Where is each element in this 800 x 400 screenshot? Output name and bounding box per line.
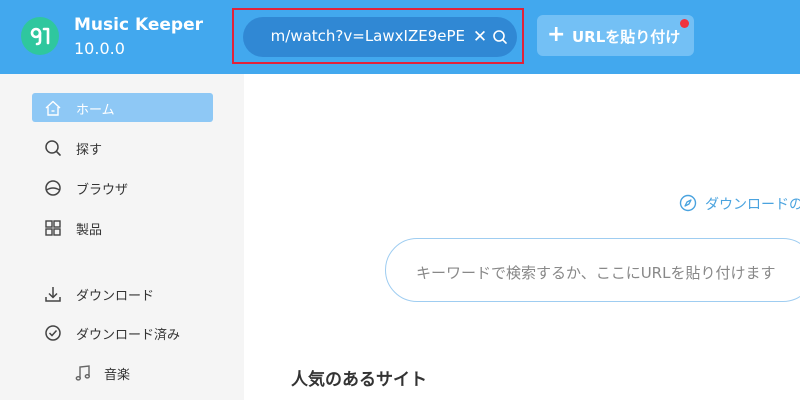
music-note-icon [75, 365, 91, 381]
popular-sites-heading: 人気のあるサイト [291, 370, 427, 390]
notification-dot [680, 19, 689, 28]
check-circle-icon [45, 325, 61, 341]
paste-url-label: URLを貼り付け [572, 28, 681, 46]
sidebar-item-explore[interactable]: 探す [32, 133, 213, 162]
sidebar-item-label: 探す [76, 143, 103, 158]
sidebar-item-label: 製品 [76, 223, 103, 238]
sidebar-item-label: 音楽 [104, 368, 131, 383]
sidebar-item-browser[interactable]: ブラウザ [32, 173, 213, 202]
url-field-highlight [232, 8, 524, 64]
sidebar-item-music[interactable]: 音楽 [32, 358, 213, 387]
main-content: ダウンロードの キーワードで検索するか、ここにURLを貼り付けます 人気のあるサ… [244, 74, 800, 400]
sidebar-item-label: ダウンロード済み [76, 328, 181, 343]
plus-icon: + [547, 22, 566, 47]
sidebar-item-products[interactable]: 製品 [32, 213, 213, 242]
sidebar-item-downloaded[interactable]: ダウンロード済み [32, 318, 213, 347]
home-icon [45, 100, 61, 116]
app-logo [21, 17, 59, 55]
download-icon [45, 287, 61, 302]
grid-icon [45, 220, 61, 236]
keyword-search-input[interactable]: キーワードで検索するか、ここにURLを貼り付けます [385, 238, 800, 302]
sidebar-item-label: ダウンロード [76, 289, 155, 304]
search-placeholder: キーワードで検索するか、ここにURLを貼り付けます [416, 264, 776, 282]
search-icon [45, 140, 61, 156]
download-guide-label: ダウンロードの [705, 197, 800, 213]
music-keeper-logo-icon [30, 27, 50, 46]
compass-icon [679, 194, 697, 212]
app-version: 10.0.0 [74, 39, 125, 58]
sidebar-item-label: ホーム [76, 103, 115, 118]
sidebar-item-download[interactable]: ダウンロード [32, 279, 213, 308]
app-header: Music Keeper 10.0.0 m/watch?v=LawxIZE9eP… [0, 0, 800, 74]
sidebar-item-label: ブラウザ [76, 183, 129, 198]
browser-icon [45, 180, 61, 196]
sidebar-item-home[interactable]: ホーム [32, 93, 213, 122]
app-name: Music Keeper [74, 15, 203, 35]
paste-url-button[interactable]: + URLを貼り付け [537, 15, 694, 56]
sidebar: ホーム 探す ブラウザ 製品 ダウンロード ダウンロード済み 音楽 [0, 74, 244, 400]
